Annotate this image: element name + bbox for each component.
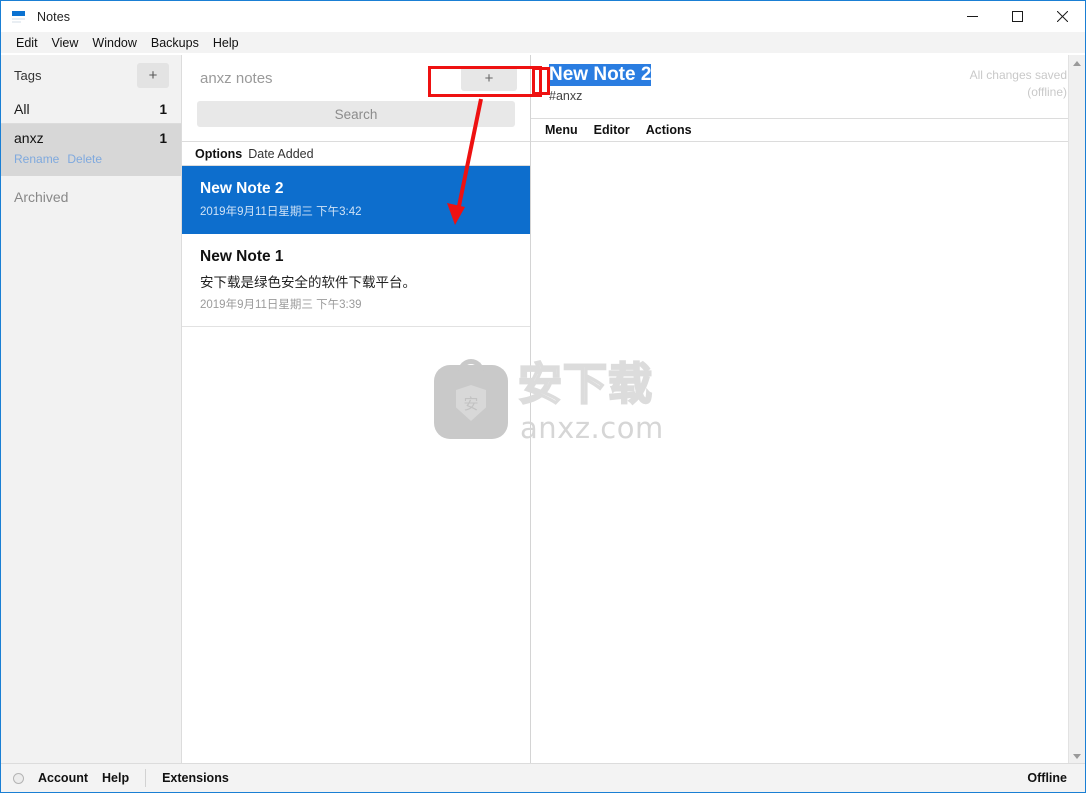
note-list-title: anxz notes: [200, 69, 273, 87]
menu-item-window[interactable]: Window: [85, 34, 143, 52]
editor-text-area[interactable]: [531, 142, 1085, 765]
menu-item-edit[interactable]: Edit: [9, 34, 45, 52]
help-button[interactable]: Help: [102, 771, 129, 785]
editor-toolbar: Menu Editor Actions: [531, 118, 1085, 142]
menu-bar: Edit View Window Backups Help: [1, 32, 1085, 54]
notes-app-icon: [11, 9, 27, 24]
status-bar: Account Help Extensions Offline: [1, 763, 1085, 792]
note-list-item-selected[interactable]: New Note 2 2019年9月11日星期三 下午3:42: [182, 166, 530, 234]
connection-status: Offline: [1027, 771, 1067, 785]
editor-vertical-scrollbar[interactable]: [1068, 55, 1085, 765]
save-status: All changes saved (offline): [970, 67, 1067, 102]
add-tag-button[interactable]: +: [137, 62, 169, 88]
menu-item-backups[interactable]: Backups: [144, 34, 206, 52]
tags-title: Tags: [14, 67, 42, 83]
main-area: Tags + All 1 anxz 1 Rename Delete Archiv…: [1, 55, 1085, 765]
new-note-button[interactable]: +: [461, 65, 517, 91]
menu-item-help[interactable]: Help: [206, 34, 246, 52]
sort-mode-label[interactable]: Date Added: [248, 147, 313, 161]
sidebar-item-all[interactable]: All 1: [1, 95, 181, 124]
options-button[interactable]: Options: [195, 147, 242, 161]
extensions-button[interactable]: Extensions: [162, 771, 229, 785]
tags-header: Tags +: [1, 55, 181, 95]
search-input[interactable]: Search: [197, 101, 515, 127]
editor-editor-button[interactable]: Editor: [594, 123, 630, 137]
menu-item-view[interactable]: View: [45, 34, 86, 52]
scroll-up-icon[interactable]: [1069, 55, 1086, 72]
minimize-icon[interactable]: [950, 1, 995, 32]
sidebar-item-archived[interactable]: Archived: [1, 182, 181, 212]
close-icon[interactable]: [1040, 1, 1085, 32]
window-title: Notes: [37, 9, 71, 24]
note-list-options-bar: Options Date Added: [182, 141, 530, 166]
maximize-icon[interactable]: [995, 1, 1040, 32]
sidebar-item-all-label: All: [14, 101, 30, 117]
editor-note-title[interactable]: New Note 2: [549, 64, 652, 86]
editor-header: New Note 2 #anxz All changes saved (offl…: [531, 55, 1085, 118]
save-status-line1: All changes saved: [969, 68, 1067, 82]
account-status-icon: [13, 772, 24, 784]
sidebar-item-archived-label: Archived: [14, 189, 69, 205]
note-item-date: 2019年9月11日星期三 下午3:39: [200, 299, 362, 311]
note-list-panel: anxz notes + Search Options Date Added N…: [182, 55, 531, 765]
editor-menu-button[interactable]: Menu: [545, 123, 578, 137]
note-item-title: New Note 2: [200, 180, 284, 197]
window-controls: [950, 1, 1085, 32]
sidebar-item-anxz-label: anxz: [14, 130, 44, 146]
notes-app-window: Notes Edit View Window Backups Help Tags…: [0, 0, 1086, 793]
status-bar-left: Account Help: [1, 771, 129, 785]
account-button[interactable]: Account: [38, 771, 88, 785]
note-item-title: New Note 1: [200, 248, 284, 265]
rename-tag-link[interactable]: Rename: [14, 152, 59, 166]
tag-actions: Rename Delete: [1, 152, 181, 172]
note-list-item[interactable]: New Note 1 安下载是绿色安全的软件下载平台。 2019年9月11日星期…: [182, 234, 530, 327]
sidebar-item-anxz[interactable]: anxz 1 Rename Delete: [1, 124, 181, 176]
note-editor-panel: New Note 2 #anxz All changes saved (offl…: [531, 55, 1085, 765]
tags-sidebar: Tags + All 1 anxz 1 Rename Delete Archiv…: [1, 55, 182, 765]
title-bar: Notes: [1, 1, 1085, 32]
save-status-line2: (offline): [1027, 85, 1067, 100]
sidebar-item-anxz-row: anxz 1: [1, 124, 181, 152]
editor-actions-button[interactable]: Actions: [646, 123, 692, 137]
search-wrapper: Search: [182, 101, 530, 127]
status-bar-divider: [145, 769, 147, 787]
sidebar-item-anxz-count: 1: [159, 130, 167, 146]
note-item-preview: 安下载是绿色安全的软件下载平台。: [200, 275, 416, 291]
sidebar-item-all-count: 1: [159, 101, 167, 117]
delete-tag-link[interactable]: Delete: [67, 152, 102, 166]
note-item-date: 2019年9月11日星期三 下午3:42: [200, 206, 362, 218]
note-list-header: anxz notes +: [182, 55, 530, 101]
